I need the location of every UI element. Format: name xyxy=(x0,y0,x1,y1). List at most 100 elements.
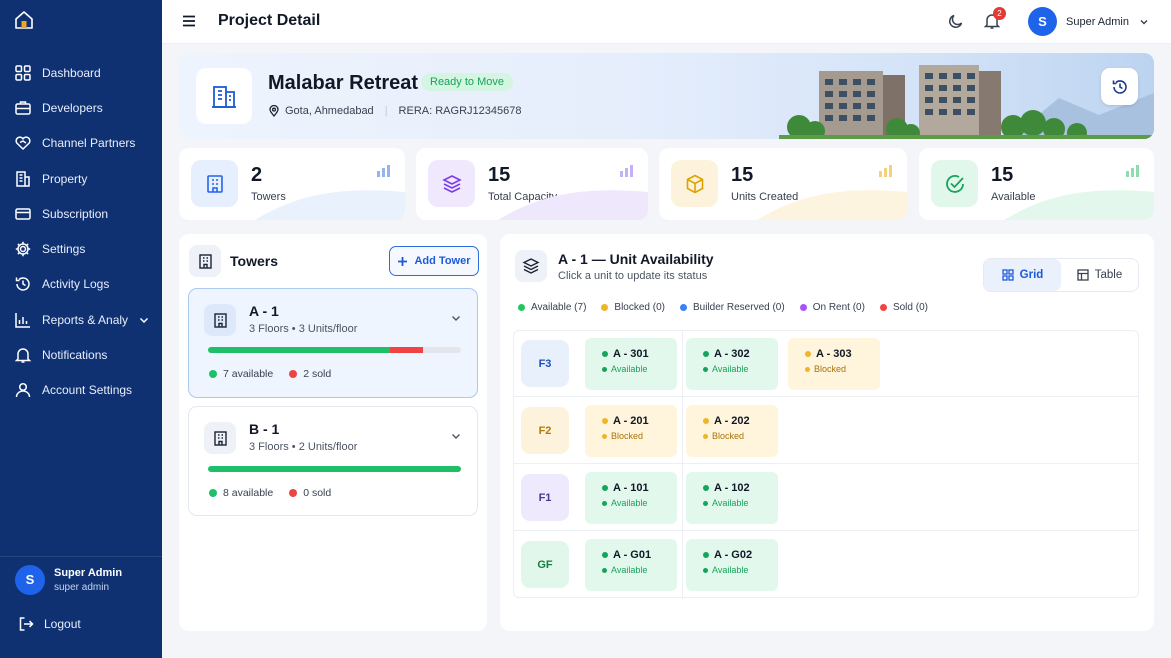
sidebar-item-label: Notifications xyxy=(42,348,108,363)
tower-card-a1[interactable]: A - 1 3 Floors • 3 Units/floor 7 availab… xyxy=(188,288,478,398)
plus-icon xyxy=(398,256,408,266)
sidebar-item-settings[interactable]: Settings xyxy=(0,231,162,266)
decorative-wave xyxy=(757,190,907,220)
tower-card-b1[interactable]: B - 1 3 Floors • 2 Units/floor 8 availab… xyxy=(188,406,478,516)
tower-progress-bar xyxy=(208,466,461,472)
sidebar-item-label: Dashboard xyxy=(42,65,101,80)
sidebar-item-reports[interactable]: Reports & Analy xyxy=(0,302,162,337)
stat-card-towers: 2 Towers xyxy=(179,148,405,220)
section-icon-box xyxy=(515,250,547,282)
status-dot xyxy=(602,567,607,573)
legend-dot xyxy=(879,304,887,311)
legend-label: Builder Reserved (0) xyxy=(692,302,785,313)
topbar: Project Detail 2 S Super Admin xyxy=(162,0,1171,44)
chevron-down-icon[interactable] xyxy=(450,312,462,324)
unit-status: Available xyxy=(611,364,648,374)
stat-value: 15 xyxy=(731,164,754,186)
tower-name: B - 1 xyxy=(249,421,280,437)
logout-label: Logout xyxy=(44,617,81,631)
user-menu[interactable]: S Super Admin xyxy=(1028,7,1149,36)
history-icon xyxy=(1112,79,1127,94)
dashboard-icon xyxy=(15,64,31,81)
available-dot xyxy=(209,370,217,378)
card-icon xyxy=(15,208,31,220)
sold-dot xyxy=(289,489,298,497)
stat-value: 15 xyxy=(488,164,511,186)
bar-chart-icon xyxy=(879,165,892,177)
status-dot xyxy=(602,552,608,558)
sidebar-item-dashboard[interactable]: Dashboard xyxy=(0,55,162,90)
section-icon-box xyxy=(189,245,221,277)
floor-label: F2 xyxy=(521,407,569,454)
avatar: S xyxy=(15,564,45,595)
avatar: S xyxy=(1028,7,1057,36)
unit-tile[interactable]: A - G01 Available xyxy=(585,539,677,591)
unit-tile[interactable]: A - 101 Available xyxy=(585,472,677,524)
table-view-button[interactable]: Table xyxy=(1061,259,1138,291)
history-button[interactable] xyxy=(1101,68,1138,105)
status-dot xyxy=(602,366,607,372)
status-dot xyxy=(703,433,708,439)
unit-tile[interactable]: A - 302 Available xyxy=(686,338,778,390)
unit-name: A - G01 xyxy=(613,549,652,561)
unit-tile[interactable]: A - 201 Blocked xyxy=(585,405,677,457)
sidebar-user-role: super admin xyxy=(54,581,110,593)
sidebar-item-label: Reports & Analy xyxy=(42,312,129,327)
sidebar-item-label: Subscription xyxy=(42,206,109,221)
dark-mode-toggle-icon[interactable] xyxy=(947,12,965,30)
unit-name: A - G02 xyxy=(714,549,753,561)
availability-subtitle: Click a unit to update its status xyxy=(558,270,708,282)
status-dot xyxy=(703,418,709,424)
stat-icon-box xyxy=(428,160,475,207)
unit-grid: F3 A - 301 Available A - 302 Available A… xyxy=(513,330,1139,599)
status-badge: Ready to Move xyxy=(421,73,513,91)
table-view-label: Table xyxy=(1094,269,1123,281)
grid-view-button[interactable]: Grid xyxy=(984,259,1061,291)
sidebar-item-subscription[interactable]: Subscription xyxy=(0,196,162,231)
stat-card-total-capacity: 15 Total Capacity xyxy=(416,148,648,220)
handshake-icon xyxy=(15,136,31,151)
unit-name: A - 102 xyxy=(714,482,750,494)
unit-tile[interactable]: A - 303 Blocked xyxy=(788,338,880,390)
unit-tile[interactable]: A - 301 Available xyxy=(585,338,677,390)
sold-dot xyxy=(289,370,298,378)
logout-button[interactable]: Logout xyxy=(18,616,81,632)
unit-status: Blocked xyxy=(814,364,847,374)
chevron-down-icon[interactable] xyxy=(450,430,462,442)
unit-tile[interactable]: A - 102 Available xyxy=(686,472,778,524)
menu-icon[interactable] xyxy=(181,13,197,29)
floor-label: F1 xyxy=(521,474,569,521)
stat-icon-box xyxy=(931,160,978,207)
floor-row-f1: F1 A - 101 Available A - 102 Available xyxy=(514,465,1138,531)
sidebar-user[interactable]: S Super Admin super admin xyxy=(0,556,162,602)
sidebar-item-property[interactable]: Property xyxy=(0,161,162,196)
chevron-down-icon[interactable] xyxy=(138,314,150,326)
bell-icon xyxy=(14,348,32,363)
table-icon xyxy=(1077,269,1089,281)
sidebar-item-channel-partners[interactable]: Channel Partners xyxy=(0,126,162,161)
sidebar-user-name: Super Admin xyxy=(54,566,123,579)
progress-sold xyxy=(390,347,424,353)
sidebar-item-label: Activity Logs xyxy=(42,277,110,292)
home-logo-icon[interactable] xyxy=(14,10,34,30)
rera-label: RERA: xyxy=(398,105,433,117)
sidebar-item-developers[interactable]: Developers xyxy=(0,90,162,125)
sidebar-item-notifications[interactable]: Notifications xyxy=(0,337,162,372)
unit-tile[interactable]: A - 202 Blocked xyxy=(686,405,778,457)
logout-icon xyxy=(19,617,34,631)
unit-tile[interactable]: A - G02 Available xyxy=(686,539,778,591)
unit-availability-panel: A - 1 — Unit Availability Click a unit t… xyxy=(500,234,1154,631)
unit-name: A - 201 xyxy=(613,415,649,427)
add-tower-button[interactable]: Add Tower xyxy=(389,246,479,276)
divider: | xyxy=(384,105,388,117)
tower-counts: 8 available 0 sold xyxy=(209,487,331,499)
sidebar-item-account-settings[interactable]: Account Settings xyxy=(0,373,162,408)
legend-label: Blocked (0) xyxy=(614,302,665,313)
status-dot xyxy=(805,366,810,372)
legend-dot xyxy=(679,304,687,311)
unit-status: Blocked xyxy=(712,431,745,441)
legend-label: On Rent (0) xyxy=(812,302,865,313)
sidebar-item-activity-logs[interactable]: Activity Logs xyxy=(0,267,162,302)
unit-name: A - 303 xyxy=(816,348,852,360)
layers-icon xyxy=(441,174,462,193)
